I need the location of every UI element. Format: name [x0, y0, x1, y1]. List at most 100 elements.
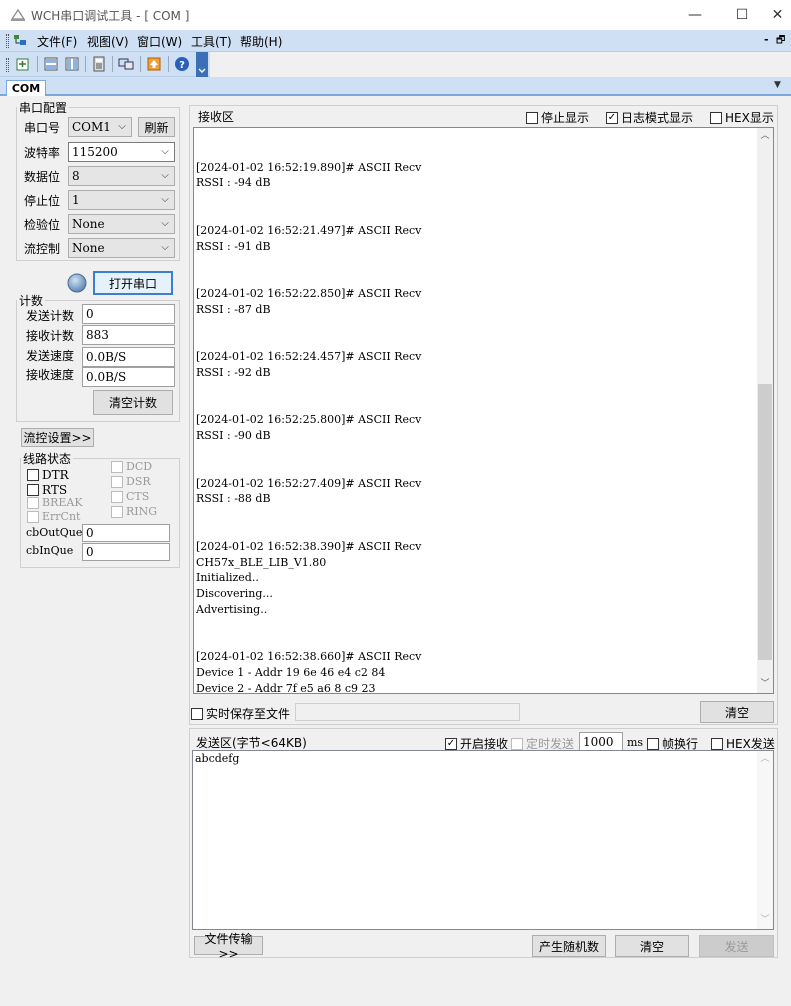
checkbox-box	[27, 484, 39, 496]
dtr-checkbox[interactable]: DTR	[27, 468, 69, 482]
baud-label: 波特率	[24, 146, 61, 160]
scroll-down-icon: ﹀	[760, 915, 770, 925]
clear-send-button[interactable]: 清空	[615, 935, 689, 957]
send-count-label: 发送计数	[26, 309, 75, 323]
toolbar-overflow-button[interactable]	[196, 52, 208, 77]
split-vertical-icon	[65, 57, 79, 71]
chevron-down-icon: ⌵	[118, 121, 126, 132]
stopbits-label: 停止位	[24, 194, 61, 208]
minimize-button[interactable]: —	[672, 0, 718, 30]
receive-textarea[interactable]: [2024-01-02 16:52:19.890]# ASCII Recv RS…	[193, 127, 774, 694]
dcd-indicator: DCD	[111, 460, 152, 473]
menu-tools[interactable]: 工具(T)	[191, 33, 232, 50]
send-count-field: 0	[82, 304, 175, 324]
upload-button[interactable]	[144, 55, 164, 73]
menu-file[interactable]: 文件(F)	[37, 33, 77, 50]
scroll-up-icon: ︿	[760, 754, 770, 764]
rts-checkbox[interactable]: RTS	[27, 483, 67, 497]
checkbox-box	[111, 490, 123, 503]
checkbox-box	[710, 111, 722, 124]
port-status-led-icon	[67, 273, 87, 293]
chevron-down-icon: ⌵	[161, 146, 169, 157]
title-bar: WCH串口调试工具 - [ COM ] — ☐ ✕	[0, 0, 791, 30]
hex-display-checkbox[interactable]: HEX显示	[710, 109, 774, 126]
scroll-thumb	[758, 384, 772, 660]
new-session-button[interactable]	[13, 55, 33, 73]
split-horizontal-button[interactable]	[41, 55, 61, 73]
menu-bar: 文件(F) 视图(V) 窗口(W) 工具(T) 帮助(H) - 🗗	[0, 30, 791, 52]
checkbox-box	[27, 469, 39, 481]
checkbox-box	[711, 737, 723, 750]
help-button[interactable]: ?	[172, 55, 192, 73]
log-mode-checkbox[interactable]: ✓ 日志模式显示	[606, 109, 693, 126]
close-button[interactable]: ✕	[764, 0, 791, 30]
checkbox-box	[647, 737, 659, 750]
scroll-down-icon: ﹀	[760, 679, 770, 689]
mdi-restore-button[interactable]: 🗗	[776, 33, 785, 50]
chevron-down-icon: ⌵	[161, 242, 169, 253]
recv-count-field: 883	[82, 325, 175, 345]
databits-select[interactable]: 8 ⌵	[68, 166, 175, 186]
checkbox-box	[27, 510, 39, 523]
stopbits-select[interactable]: 1 ⌵	[68, 190, 175, 210]
port-select[interactable]: COM1 ⌵	[68, 117, 132, 137]
baud-select[interactable]: 115200 ⌵	[68, 142, 175, 162]
split-horizontal-icon	[44, 57, 58, 71]
maximize-button[interactable]: ☐	[719, 0, 765, 30]
send-speed-label: 发送速度	[26, 349, 75, 363]
toolbar-grip[interactable]	[6, 58, 9, 72]
port-label: 串口号	[24, 121, 61, 135]
menu-grip[interactable]	[6, 34, 9, 48]
device-manager-icon	[118, 58, 134, 70]
menu-app-icon	[14, 35, 26, 45]
cbin-label: cbInQue	[26, 544, 74, 557]
send-button[interactable]: 发送	[699, 935, 774, 957]
split-vertical-button[interactable]	[62, 55, 82, 73]
send-legend: 发送区(字节<64KB)	[194, 734, 309, 751]
menu-window[interactable]: 窗口(W)	[137, 33, 182, 50]
parity-label: 检验位	[24, 218, 61, 232]
checkbox-box	[191, 707, 203, 720]
calculator-icon	[93, 56, 105, 72]
checkbox-box	[111, 505, 123, 518]
recv-speed-field: 0.0B/S	[82, 367, 175, 387]
window-title: WCH串口调试工具 - [ COM ]	[31, 9, 190, 23]
interval-input[interactable]: 1000	[579, 732, 623, 752]
errcnt-checkbox: ErrCnt	[27, 510, 80, 523]
stop-display-checkbox[interactable]: 停止显示	[526, 109, 589, 126]
flow-settings-button[interactable]: 流控设置>>	[21, 428, 94, 447]
cbout-label: cbOutQue	[26, 526, 83, 539]
cbout-field: 0	[82, 524, 170, 542]
menu-help[interactable]: 帮助(H)	[240, 33, 282, 50]
send-scrollbar[interactable]: ︿ ﹀	[757, 751, 773, 929]
flow-label: 流控制	[24, 242, 61, 256]
send-textarea[interactable]: abcdefg ︿ ﹀	[192, 750, 774, 930]
scroll-up-icon: ︿	[760, 131, 770, 141]
send-text: abcdefg	[195, 752, 240, 765]
refresh-button[interactable]: 刷新	[138, 117, 175, 137]
line-status-legend: 线路状态	[23, 452, 72, 466]
checkbox-box	[511, 737, 523, 750]
tab-com[interactable]: COM	[6, 80, 46, 96]
realtime-save-checkbox[interactable]: 实时保存至文件	[191, 705, 290, 722]
checkbox-box	[111, 475, 123, 488]
parity-select[interactable]: None ⌵	[68, 214, 175, 234]
clear-receive-button[interactable]: 清空	[700, 701, 774, 723]
clear-counters-button[interactable]: 清空计数	[93, 390, 173, 415]
break-checkbox: BREAK	[27, 496, 83, 509]
upload-icon	[147, 57, 161, 71]
device-manager-button[interactable]	[116, 55, 136, 73]
cbin-field: 0	[82, 543, 170, 561]
file-transfer-button[interactable]: 文件传输>>	[194, 932, 263, 961]
cts-indicator: CTS	[111, 490, 149, 503]
flow-select[interactable]: None ⌵	[68, 238, 175, 258]
interval-unit: ms	[627, 736, 644, 749]
chevron-down-icon: ⌵	[161, 194, 169, 205]
receive-scrollbar[interactable]: ︿ ﹀	[757, 128, 773, 693]
tab-list-dropdown[interactable]: ▼	[774, 80, 781, 90]
random-number-button[interactable]: 产生随机数	[532, 935, 606, 957]
menu-view[interactable]: 视图(V)	[87, 33, 129, 50]
save-path-field[interactable]	[295, 703, 520, 721]
mdi-minimize-button[interactable]: -	[764, 33, 769, 46]
calculator-button[interactable]	[89, 55, 109, 73]
